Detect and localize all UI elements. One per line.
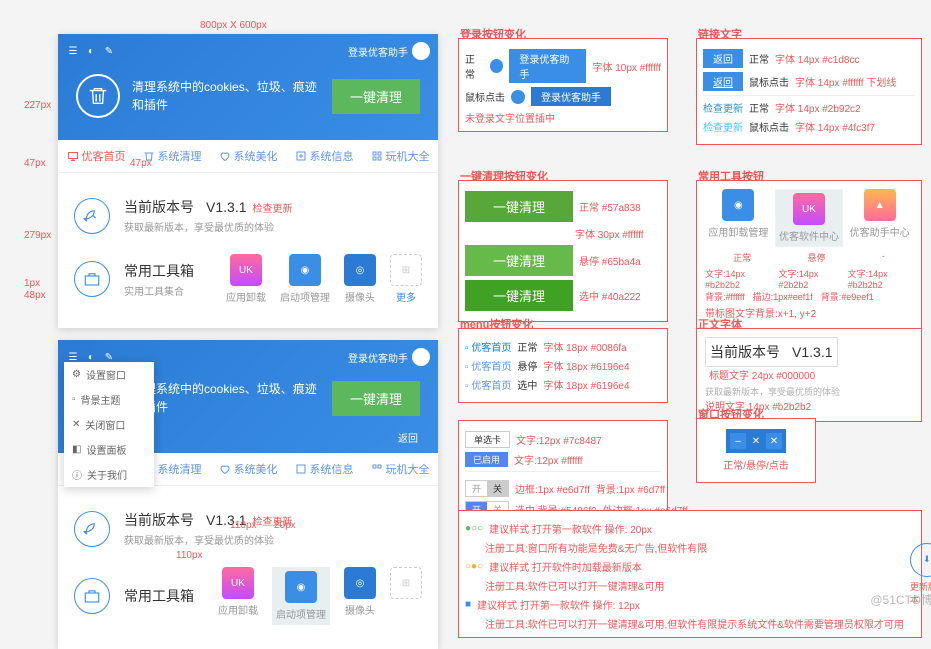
window-icons: ☰ ◐ ✎ xyxy=(66,44,116,58)
tool-sample: ◉应用卸载管理 xyxy=(708,189,768,247)
clean-button[interactable]: 一键清理 xyxy=(332,79,420,114)
tab-info[interactable]: 系统信息 xyxy=(286,453,362,485)
clean-active: 一键清理 xyxy=(465,280,573,311)
tab-label: 优客首页 xyxy=(82,148,126,164)
dim: 279px xyxy=(24,230,51,241)
toolbox-icon xyxy=(74,261,110,297)
tab-play[interactable]: 玩机大全 xyxy=(362,453,438,485)
version-row: 当前版本号 V1.3.1 检查更新 获取最新版本，享受最优质的体验 xyxy=(74,187,422,244)
watermark: @51CTO博客 xyxy=(870,591,931,608)
dim: 47px xyxy=(24,158,46,169)
tab-info[interactable]: 系统信息 xyxy=(286,140,362,172)
dim: 47px xyxy=(130,158,152,169)
spec-login: 正常登录优客助手字体 10px #ffffff 鼠标点击登录优客助手 未登录文字… xyxy=(458,38,668,132)
login-area[interactable]: 登录优客助手 xyxy=(348,42,430,60)
menu-item[interactable]: ▫ 背景主题 xyxy=(64,387,154,412)
clean-normal: 一键清理 xyxy=(465,191,573,222)
tool-more[interactable]: ⊞ xyxy=(390,567,422,625)
version-sub: 获取最新版本，享受最优质的体验 xyxy=(124,219,293,234)
clean-button[interactable]: 一键清理 xyxy=(332,381,420,416)
tab-label: 系统美化 xyxy=(234,148,278,164)
login-area[interactable]: 登录优客助手 xyxy=(348,348,430,366)
hero-text: 清理系统中的cookies、垃圾、痕迹和插件 xyxy=(132,78,320,114)
toolbox-row: 常用工具箱 实用工具集合 UK应用卸载 ◉启动项管理 ◎摄像头 ⊞更多 xyxy=(74,244,422,314)
version-title: 当前版本号 xyxy=(124,199,194,215)
toolbox-title: 常用工具箱 xyxy=(124,261,194,281)
version-tag[interactable]: 检查更新 xyxy=(253,204,293,215)
min-icon[interactable]: – xyxy=(730,433,746,449)
avatar xyxy=(412,42,430,60)
tool-label: 应用卸载 xyxy=(226,289,266,304)
spec-tools: ◉应用卸载管理 UK优客软件中心 ▲优客助手中心 正常悬停- 文字:14px #… xyxy=(696,180,922,329)
menu-item[interactable]: ✕ 关闭窗口 xyxy=(64,412,154,437)
tab-home[interactable]: 优客首页 xyxy=(58,140,134,172)
menu-item[interactable]: ◧ 设置面板 xyxy=(64,437,154,462)
skin-icon[interactable]: ◐ xyxy=(84,44,98,58)
tool-camera[interactable]: ◎摄像头 xyxy=(344,254,376,304)
tool-sample-hover: UK优客软件中心 xyxy=(775,189,843,247)
version-value: V1.3.1 xyxy=(206,199,246,215)
tab-label: 系统信息 xyxy=(310,148,354,164)
tab-label: 玩机大全 xyxy=(386,148,430,164)
tab-beauty[interactable]: 系统美化 xyxy=(210,140,286,172)
tab-play[interactable]: 玩机大全 xyxy=(362,140,438,172)
menu-icon[interactable]: ☰ xyxy=(66,44,80,58)
trash-icon xyxy=(76,74,120,118)
dim: 20px xyxy=(274,520,296,531)
close-icon[interactable]: ✕ xyxy=(748,433,764,449)
tab-beauty[interactable]: 系统美化 xyxy=(210,453,286,485)
spec-footer: ●○○建议样式 打开第一款软件 操作: 20px 注册工具:窗口所有功能是免费&… xyxy=(458,510,922,638)
tool-sample: ▲优客助手中心 xyxy=(850,189,910,247)
dim: 110px xyxy=(176,550,203,561)
feedback-icon[interactable]: ✎ xyxy=(102,44,116,58)
dim: 1px xyxy=(24,278,40,289)
dim-label: 800px X 600px xyxy=(200,20,267,31)
app-preview-1: ☰ ◐ ✎ 登录优客助手 清理系统中的cookies、垃圾、痕迹和插件 一键清理… xyxy=(58,34,438,328)
menu-item[interactable]: ⚙ 设置窗口 xyxy=(64,362,154,387)
dim: 227px xyxy=(24,100,51,111)
tab-label: 系统清理 xyxy=(158,148,202,164)
tool-uninstall[interactable]: UK应用卸载 xyxy=(226,254,266,304)
tool-more[interactable]: ⊞更多 xyxy=(390,254,422,304)
tool-label: 启动项管理 xyxy=(280,289,330,304)
tool-item-hover[interactable]: ◉启动项管理 xyxy=(272,567,330,625)
tab-bar: 优客首页 系统清理 系统美化 系统信息 玩机大全 xyxy=(58,140,438,173)
tool-startup[interactable]: ◉启动项管理 xyxy=(280,254,330,304)
tool-item[interactable]: UK应用卸载 xyxy=(218,567,258,625)
tool-item[interactable]: ◎摄像头 xyxy=(344,567,376,625)
app-preview-2: ☰◐✎ 登录优客助手 ⚙ 设置窗口 ▫ 背景主题 ✕ 关闭窗口 ◧ 设置面板 ⓘ… xyxy=(58,340,438,649)
avatar xyxy=(412,348,430,366)
avatar-icon xyxy=(490,59,503,73)
rocket-icon xyxy=(74,511,110,547)
dim: 110px xyxy=(230,520,257,531)
close-icon[interactable]: ✕ xyxy=(766,433,782,449)
app-header: ☰ ◐ ✎ 登录优客助手 清理系统中的cookies、垃圾、痕迹和插件 一键清理 xyxy=(58,34,438,140)
update-icon[interactable]: ⬇ xyxy=(910,543,931,577)
login-text: 登录优客助手 xyxy=(348,350,408,365)
login-text: 登录优客助手 xyxy=(348,44,408,59)
spec-link: 返回正常字体 14px #c1d8cc 返回鼠标点击字体 14px #fffff… xyxy=(696,38,922,145)
tool-label: 更多 xyxy=(396,289,416,304)
rocket-icon xyxy=(74,198,110,234)
menu-item[interactable]: ⓘ 关于我们 xyxy=(64,462,154,487)
dropdown-menu: ⚙ 设置窗口 ▫ 背景主题 ✕ 关闭窗口 ◧ 设置面板 ⓘ 关于我们 xyxy=(64,362,154,487)
spec-clean: 一键清理正常 #57a838 字体 30px #ffffff 一键清理悬停 #6… xyxy=(458,180,668,322)
avatar-icon xyxy=(511,90,525,104)
spec-winbtn: – ✕ ✕ 正常/悬停/点击 xyxy=(696,418,816,483)
tool-label: 摄像头 xyxy=(345,289,375,304)
clean-hover: 一键清理 xyxy=(465,245,573,276)
dim: 48px xyxy=(24,290,46,301)
hero-text: 清理系统中的cookies、垃圾、痕迹和插件 xyxy=(132,380,320,416)
toolbox-sub: 实用工具集合 xyxy=(124,283,194,298)
toolbox-icon xyxy=(74,578,110,614)
spec-menu: ▫ 优客首页正常字体 18px #0086fa ▫ 优客首页悬停字体 18px … xyxy=(458,328,668,403)
